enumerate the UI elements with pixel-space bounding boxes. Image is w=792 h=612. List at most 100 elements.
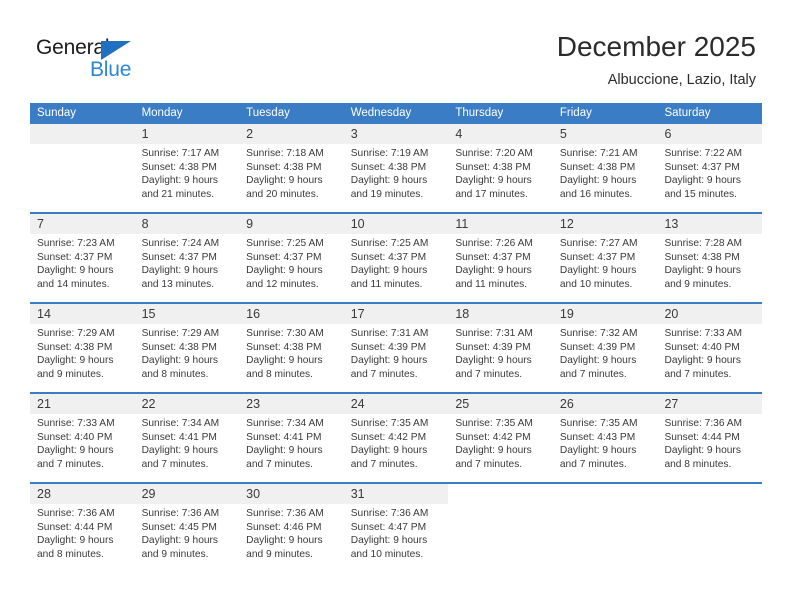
day-sunrise-text: Sunrise: 7:32 AM [559,328,638,339]
day-sunrise-text: Sunrise: 7:36 AM [350,508,429,519]
day-cell-20[interactable]: 20 Sunrise: 7:33 AM Sunset: 4:40 PM Dayligh… [657,304,763,392]
day-number: 1 [141,127,149,141]
day-cell-29[interactable]: 29 Sunrise: 7:36 AM Sunset: 4:45 PM Dayligh… [134,484,240,572]
day-number: 17 [350,307,365,321]
day-daylight-line1-text: Daylight: 9 hours [559,175,637,187]
day-details: Sunrise: 7:28 AM Sunset: 4:38 PM Daylight:… [657,234,762,302]
day-cell-24[interactable]: 24 Sunrise: 7:35 AM Sunset: 4:42 PM Dayligh… [343,394,449,482]
day-details: Sunrise: 7:25 AM Sunset: 4:37 PM Daylight:… [239,234,344,302]
day-daylight-line1-text: Daylight: 9 hours [246,445,323,457]
day-sunset-text: Sunset: 4:37 PM [350,251,427,263]
day-cell-23[interactable]: 23 Sunrise: 7:34 AM Sunset: 4:41 PM Dayligh… [239,394,344,482]
day-details: Sunrise: 7:18 AM Sunset: 4:38 PM Daylight:… [239,144,344,212]
day-daylight-line2-text: and 10 minutes. [559,278,633,290]
day-sunset-text: Sunset: 4:38 PM [246,161,322,173]
day-cell-11[interactable]: 11 Sunrise: 7:26 AM Sunset: 4:37 PM Dayligh… [448,214,553,302]
day-daylight-line2-text: and 7 minutes. [559,458,627,470]
day-cell-empty [30,124,135,212]
day-number-bar [448,484,553,504]
day-cell-15[interactable]: 15 Sunrise: 7:29 AM Sunset: 4:38 PM Dayligh… [134,304,240,392]
day-daylight-line2-text: and 8 minutes. [246,368,313,380]
day-daylight-line1-text: Daylight: 9 hours [141,535,219,547]
day-number-bar: 13 [657,214,763,234]
day-sunrise-text: Sunrise: 7:17 AM [141,148,220,159]
day-sunrise-text: Sunrise: 7:36 AM [664,418,743,429]
day-daylight-line1-text: Daylight: 9 hours [246,265,323,277]
day-number-bar: 19 [552,304,658,324]
day-number-bar: 21 [30,394,135,414]
day-cell-8[interactable]: 8 Sunrise: 7:24 AM Sunset: 4:37 PM Daylight… [134,214,240,302]
calendar-weeks: 1 Sunrise: 7:17 AM Sunset: 4:38 PM Daylight… [30,124,763,572]
day-sunset-text: Sunset: 4:37 PM [559,251,636,263]
day-cell-25[interactable]: 25 Sunrise: 7:35 AM Sunset: 4:42 PM Dayligh… [448,394,553,482]
day-sunset-text: Sunset: 4:40 PM [37,431,113,443]
day-sunset-text: Sunset: 4:40 PM [664,341,740,353]
day-daylight-line1-text: Daylight: 9 hours [455,445,532,457]
day-number-bar [552,484,658,504]
day-number: 20 [664,307,679,321]
day-cell-9[interactable]: 9 Sunrise: 7:25 AM Sunset: 4:37 PM Daylight… [239,214,344,302]
day-cell-14[interactable]: 14 Sunrise: 7:29 AM Sunset: 4:38 PM Dayligh… [30,304,135,392]
day-cell-13[interactable]: 13 Sunrise: 7:28 AM Sunset: 4:38 PM Dayligh… [657,214,763,302]
day-cell-5[interactable]: 5 Sunrise: 7:21 AM Sunset: 4:38 PM Daylight… [552,124,658,212]
day-cell-31[interactable]: 31 Sunrise: 7:36 AM Sunset: 4:47 PM Dayligh… [343,484,449,572]
day-sunset-text: Sunset: 4:47 PM [350,521,427,533]
day-daylight-line2-text: and 9 minutes. [141,548,209,560]
day-cell-6[interactable]: 6 Sunrise: 7:22 AM Sunset: 4:37 PM Daylight… [657,124,763,212]
day-cell-10[interactable]: 10 Sunrise: 7:25 AM Sunset: 4:37 PM Dayligh… [343,214,449,302]
day-daylight-line1-text: Daylight: 9 hours [350,535,428,547]
day-cell-3[interactable]: 3 Sunrise: 7:19 AM Sunset: 4:38 PM Daylight… [343,124,449,212]
day-cell-27[interactable]: 27 Sunrise: 7:36 AM Sunset: 4:44 PM Dayligh… [657,394,763,482]
day-daylight-line2-text: and 8 minutes. [664,458,732,470]
day-cell-18[interactable]: 18 Sunrise: 7:31 AM Sunset: 4:39 PM Dayligh… [448,304,553,392]
day-daylight-line2-text: and 11 minutes. [455,278,528,290]
day-sunset-text: Sunset: 4:42 PM [455,431,531,443]
weekday-header-monday: Monday [141,107,183,119]
day-daylight-line1-text: Daylight: 9 hours [559,265,637,277]
day-details: Sunrise: 7:26 AM Sunset: 4:37 PM Daylight:… [448,234,553,302]
day-cell-22[interactable]: 22 Sunrise: 7:34 AM Sunset: 4:41 PM Dayligh… [134,394,240,482]
day-number-bar: 6 [657,124,763,144]
weekday-header-wednesday: Wednesday [350,107,412,119]
day-cell-16[interactable]: 16 Sunrise: 7:30 AM Sunset: 4:38 PM Dayligh… [239,304,344,392]
day-cell-12[interactable]: 12 Sunrise: 7:27 AM Sunset: 4:37 PM Dayligh… [552,214,658,302]
day-number-bar: 2 [239,124,344,144]
day-number-bar: 8 [134,214,240,234]
day-sunrise-text: Sunrise: 7:29 AM [37,328,115,339]
day-daylight-line2-text: and 11 minutes. [350,278,423,290]
day-sunset-text: Sunset: 4:38 PM [664,251,740,263]
day-cell-28[interactable]: 28 Sunrise: 7:36 AM Sunset: 4:44 PM Dayligh… [30,484,135,572]
day-cell-1[interactable]: 1 Sunrise: 7:17 AM Sunset: 4:38 PM Daylight… [134,124,240,212]
day-sunset-text: Sunset: 4:38 PM [141,341,217,353]
day-cell-30[interactable]: 30 Sunrise: 7:36 AM Sunset: 4:46 PM Dayligh… [239,484,344,572]
day-cell-21[interactable]: 21 Sunrise: 7:33 AM Sunset: 4:40 PM Dayligh… [30,394,135,482]
day-cell-2[interactable]: 2 Sunrise: 7:18 AM Sunset: 4:38 PM Daylight… [239,124,344,212]
day-details: Sunrise: 7:25 AM Sunset: 4:37 PM Daylight:… [344,234,449,302]
day-sunrise-text: Sunrise: 7:36 AM [141,508,220,519]
day-cell-26[interactable]: 26 Sunrise: 7:35 AM Sunset: 4:43 PM Dayligh… [552,394,658,482]
day-sunrise-text: Sunrise: 7:29 AM [141,328,220,339]
day-details: Sunrise: 7:34 AM Sunset: 4:41 PM Daylight:… [135,414,240,482]
day-sunset-text: Sunset: 4:42 PM [350,431,427,443]
day-sunrise-text: Sunrise: 7:31 AM [455,328,533,339]
day-number: 25 [455,397,470,411]
day-cell-17[interactable]: 17 Sunrise: 7:31 AM Sunset: 4:39 PM Dayligh… [343,304,449,392]
day-daylight-line2-text: and 7 minutes. [664,368,732,380]
day-cell-4[interactable]: 4 Sunrise: 7:20 AM Sunset: 4:38 PM Daylight… [448,124,553,212]
day-daylight-line1-text: Daylight: 9 hours [141,175,219,187]
day-number-bar: 23 [239,394,344,414]
day-sunrise-text: Sunrise: 7:27 AM [559,238,638,249]
weekday-header-tuesday: Tuesday [246,107,290,119]
day-cell-7[interactable]: 7 Sunrise: 7:23 AM Sunset: 4:37 PM Daylight… [30,214,135,302]
day-number-bar: 14 [30,304,135,324]
day-number: 2 [246,127,254,141]
general-blue-logo[interactable]: General Blue [36,36,156,84]
day-details [553,504,658,572]
day-daylight-line2-text: and 9 minutes. [246,548,313,560]
calendar-week-row: 1 Sunrise: 7:17 AM Sunset: 4:38 PM Daylight… [30,124,763,212]
day-number: 26 [559,397,574,411]
day-cell-19[interactable]: 19 Sunrise: 7:32 AM Sunset: 4:39 PM Dayligh… [552,304,658,392]
day-sunrise-text: Sunrise: 7:30 AM [246,328,324,339]
day-number-bar: 24 [343,394,449,414]
day-number-bar: 11 [448,214,553,234]
